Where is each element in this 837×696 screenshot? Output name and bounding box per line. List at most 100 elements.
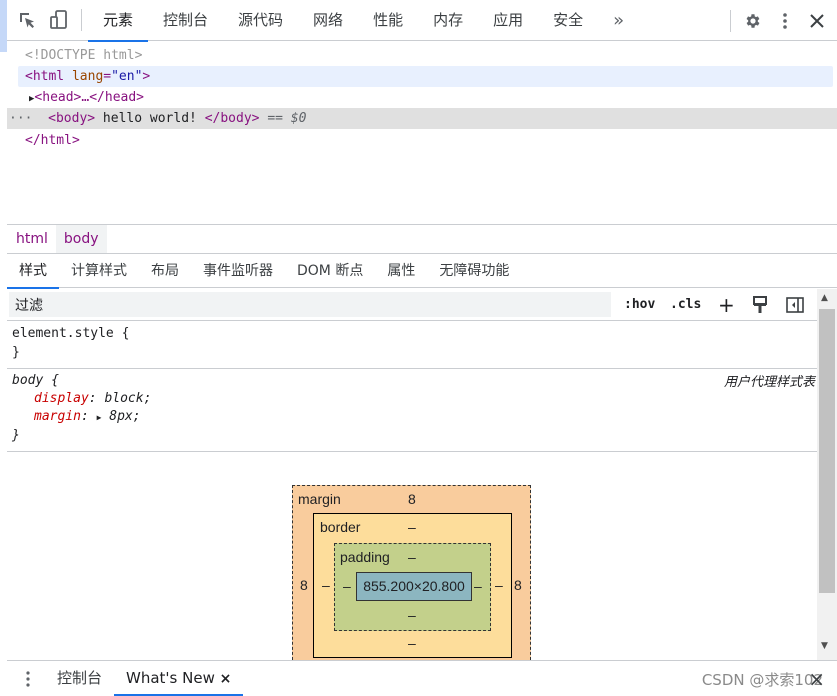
user-agent-origin[interactable]: 用户代理样式表 xyxy=(724,371,815,390)
drawer-close-icon[interactable]: × xyxy=(808,667,825,691)
doctype-node[interactable]: <!DOCTYPE html> xyxy=(7,45,837,66)
kebab-menu-icon[interactable] xyxy=(769,0,801,41)
breadcrumb-html[interactable]: html xyxy=(8,225,56,253)
scroll-up-icon[interactable]: ▲ xyxy=(821,293,828,303)
tab-network[interactable]: 网络 xyxy=(298,0,358,41)
border-left-value[interactable]: – xyxy=(322,577,330,593)
elements-tree: <!DOCTYPE html> <html lang="en"> ▶<head>… xyxy=(7,42,837,224)
html-open-end: > xyxy=(142,69,151,84)
body-selector: body { xyxy=(12,373,59,388)
left-strip-highlight xyxy=(0,0,7,52)
box-model-border[interactable]: border – – – – padding – – – – 855.200×2… xyxy=(313,513,512,658)
toolbar-divider xyxy=(81,9,82,31)
paint-brush-icon[interactable] xyxy=(752,293,768,317)
tab-sources[interactable]: 源代码 xyxy=(223,0,298,41)
padding-right-value[interactable]: – xyxy=(474,578,482,594)
drawer-tab-console[interactable]: 控制台 xyxy=(45,661,114,696)
filter-input[interactable] xyxy=(9,292,611,317)
padding-top-value[interactable]: – xyxy=(408,549,416,565)
margin-left-value[interactable]: 8 xyxy=(300,577,308,593)
body-style-close: } xyxy=(12,428,20,443)
head-node[interactable]: ▶<head>…</head> xyxy=(7,87,837,108)
head-collapsed: <head>…</head> xyxy=(34,90,144,105)
html-attr-name: lang xyxy=(71,69,104,84)
scroll-down-icon[interactable]: ▼ xyxy=(821,641,828,651)
close-tab-icon[interactable]: × xyxy=(220,671,232,687)
body-node[interactable]: ··· <body> hello world! </body> == $0 xyxy=(7,108,837,129)
styles-filter-bar: :hov .cls + xyxy=(7,289,817,321)
device-toolbar-icon[interactable] xyxy=(43,0,75,41)
margin-right-value[interactable]: 8 xyxy=(514,577,522,593)
sidebar-tabs: 样式 计算样式 布局 事件监听器 DOM 断点 属性 无障碍功能 xyxy=(7,255,837,289)
padding-left-value[interactable]: – xyxy=(343,578,351,594)
border-label: border xyxy=(320,519,361,535)
html-attr-value: "en" xyxy=(111,69,143,84)
tab-memory[interactable]: 内存 xyxy=(418,0,478,41)
html-close-node[interactable]: </html> xyxy=(7,130,837,151)
drawer-menu-icon[interactable] xyxy=(11,661,45,696)
drawer-bar: 控制台 What's New × CSDN @求索102 × xyxy=(7,660,837,696)
breadcrumb: html body xyxy=(7,224,837,254)
drawer-tab-whats-new[interactable]: What's New × xyxy=(114,661,244,696)
padding-label: padding xyxy=(340,549,390,565)
close-icon[interactable] xyxy=(801,0,833,41)
styles-scrollbar[interactable]: ▲ ▼ xyxy=(817,289,837,660)
hov-button[interactable]: :hov xyxy=(624,293,655,317)
tab-security[interactable]: 安全 xyxy=(538,0,598,41)
border-top-value[interactable]: – xyxy=(408,519,416,535)
panel-tabs: 元素 控制台 源代码 网络 性能 内存 应用 安全 » xyxy=(88,0,639,42)
tab-elements[interactable]: 元素 xyxy=(88,0,149,42)
html-open-tag: <html xyxy=(25,69,65,84)
tab-event-listeners[interactable]: 事件监听器 xyxy=(191,255,285,288)
prop-name: margin xyxy=(34,409,81,424)
tab-styles[interactable]: 样式 xyxy=(7,255,59,289)
html-node[interactable]: <html lang="en"> xyxy=(18,66,833,87)
expand-triangle-icon[interactable]: ▶ xyxy=(97,409,102,427)
watermark: CSDN @求索102 xyxy=(701,671,823,689)
html-attr-eq: = xyxy=(103,69,112,84)
tab-dom-breakpoints[interactable]: DOM 断点 xyxy=(285,255,375,288)
margin-top-value[interactable]: 8 xyxy=(408,491,416,507)
border-right-value[interactable]: – xyxy=(495,577,503,593)
toolbar-divider-right xyxy=(730,9,731,32)
tab-performance[interactable]: 性能 xyxy=(358,0,418,41)
html-close-tag: </html> xyxy=(25,133,80,148)
cls-button[interactable]: .cls xyxy=(670,293,701,317)
prop-name: display xyxy=(34,391,89,406)
drawer-tab-label: What's New xyxy=(126,669,215,687)
prop-margin[interactable]: margin: ▶ 8px; xyxy=(7,408,817,426)
styles-pane: element.style { } 用户代理样式表 body { display… xyxy=(7,322,817,660)
gear-icon[interactable] xyxy=(737,0,769,41)
tab-computed[interactable]: 计算样式 xyxy=(59,255,139,288)
body-close-tag: </body> xyxy=(204,111,260,126)
padding-bottom-value[interactable]: – xyxy=(408,607,416,623)
box-model-content[interactable]: 855.200×20.800 xyxy=(356,572,472,601)
toolbar-right xyxy=(724,0,837,41)
prop-display[interactable]: display: block; xyxy=(7,390,817,408)
tab-application[interactable]: 应用 xyxy=(478,0,538,41)
scroll-thumb[interactable] xyxy=(819,309,835,593)
element-style-rule[interactable]: element.style { } xyxy=(7,322,817,369)
margin-label: margin xyxy=(298,491,341,507)
more-tabs-button[interactable]: » xyxy=(598,0,639,41)
ellipsis-icon[interactable]: ··· xyxy=(7,111,32,126)
box-model-margin[interactable]: margin 8 8 8 border – – – – padding – – … xyxy=(292,485,531,660)
body-text: hello world! xyxy=(95,111,205,126)
element-style-close: } xyxy=(12,345,20,360)
tab-accessibility[interactable]: 无障碍功能 xyxy=(427,255,521,288)
left-strip xyxy=(0,0,7,660)
toggle-sidebar-icon[interactable] xyxy=(786,293,804,317)
tab-layout[interactable]: 布局 xyxy=(139,255,191,288)
new-rule-button[interactable]: + xyxy=(718,293,735,317)
box-model-padding[interactable]: padding – – – – 855.200×20.800 xyxy=(334,543,491,631)
tab-console[interactable]: 控制台 xyxy=(148,0,223,41)
body-open-tag: <body> xyxy=(48,111,96,126)
border-bottom-value[interactable]: – xyxy=(408,635,416,651)
prop-value: 8px; xyxy=(109,409,141,424)
devtools-toolbar: 元素 控制台 源代码 网络 性能 内存 应用 安全 » xyxy=(7,0,837,42)
selected-marker: == $0 xyxy=(267,111,307,126)
inspect-icon[interactable] xyxy=(11,0,43,41)
body-style-rule[interactable]: 用户代理样式表 body { display: block; margin: ▶… xyxy=(7,369,817,452)
breadcrumb-body[interactable]: body xyxy=(55,225,107,253)
tab-properties[interactable]: 属性 xyxy=(375,255,427,288)
